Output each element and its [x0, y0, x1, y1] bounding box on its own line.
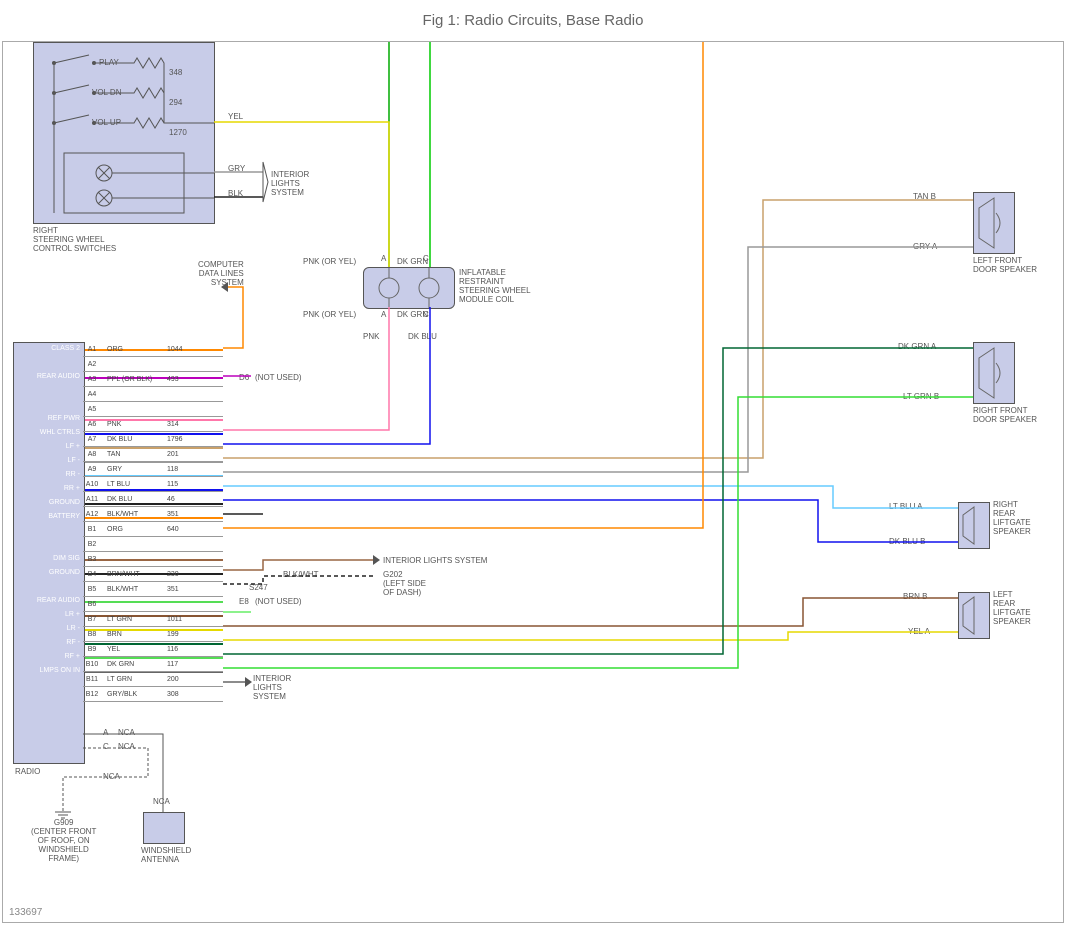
image-id: 133697 [9, 907, 42, 918]
figure-title: Fig 1: Radio Circuits, Base Radio [0, 0, 1066, 41]
wires-svg [3, 42, 1063, 922]
wiring-diagram: PLAY VOL DN VOL UP 348 294 1270 RIGHT ST… [2, 41, 1064, 923]
